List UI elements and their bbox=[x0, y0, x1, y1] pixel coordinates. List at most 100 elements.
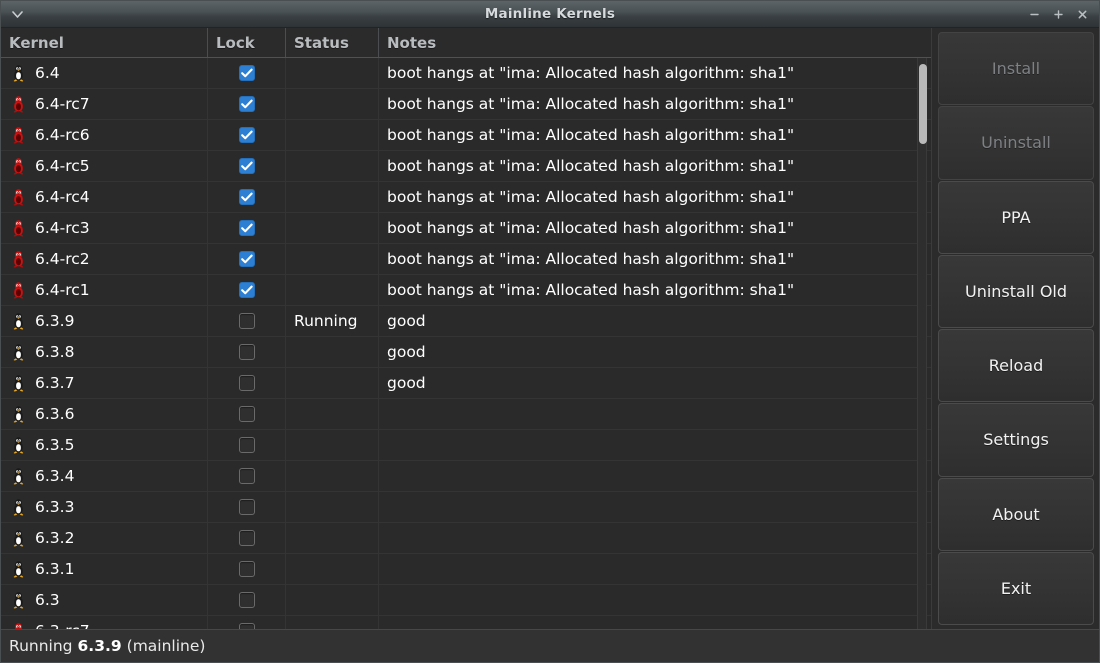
scrollbar-thumb[interactable] bbox=[919, 63, 927, 144]
lock-checkbox-checked[interactable] bbox=[238, 127, 255, 143]
table-rows: 6.4 boot hangs at "ima: Allocated hash al… bbox=[1, 58, 931, 629]
lock-checkbox-checked[interactable] bbox=[238, 282, 255, 298]
cell-kernel[interactable]: 6.4-rc1 bbox=[1, 274, 208, 306]
settings-button[interactable]: Settings bbox=[938, 403, 1094, 477]
table-row[interactable]: 6.3-rc7 bbox=[1, 615, 931, 629]
cell-status: Running bbox=[286, 305, 379, 337]
table-row[interactable]: 6.3.7 good bbox=[1, 367, 931, 399]
cell-lock[interactable] bbox=[208, 615, 286, 629]
close-icon[interactable] bbox=[1076, 6, 1089, 22]
lock-checkbox-unchecked[interactable] bbox=[238, 375, 255, 391]
cell-lock[interactable] bbox=[208, 58, 286, 89]
cell-lock[interactable] bbox=[208, 460, 286, 492]
table-row[interactable]: 6.4-rc1 boot hangs at "ima: Allocated has… bbox=[1, 274, 931, 306]
cell-kernel[interactable]: 6.4-rc3 bbox=[1, 212, 208, 244]
table-row[interactable]: 6.4-rc3 boot hangs at "ima: Allocated has… bbox=[1, 212, 931, 244]
column-header-status[interactable]: Status bbox=[286, 28, 379, 57]
ppa-button[interactable]: PPA bbox=[938, 180, 1094, 254]
cell-kernel[interactable]: 6.4-rc5 bbox=[1, 150, 208, 182]
lock-checkbox-unchecked[interactable] bbox=[238, 437, 255, 453]
cell-kernel[interactable]: 6.4-rc2 bbox=[1, 243, 208, 275]
cell-lock[interactable] bbox=[208, 305, 286, 337]
cell-kernel[interactable]: 6.3.6 bbox=[1, 398, 208, 430]
vertical-scrollbar[interactable] bbox=[917, 58, 927, 629]
cell-kernel[interactable]: 6.3-rc7 bbox=[1, 615, 208, 629]
lock-checkbox-checked[interactable] bbox=[238, 158, 255, 174]
chevron-down-icon[interactable] bbox=[7, 4, 27, 24]
table-row[interactable]: 6.3.9 Running good bbox=[1, 305, 931, 337]
cell-lock[interactable] bbox=[208, 212, 286, 244]
table-row[interactable]: 6.3.8 good bbox=[1, 336, 931, 368]
cell-lock[interactable] bbox=[208, 181, 286, 213]
cell-lock[interactable] bbox=[208, 522, 286, 554]
table-row[interactable]: 6.4-rc4 boot hangs at "ima: Allocated has… bbox=[1, 181, 931, 213]
lock-checkbox-unchecked[interactable] bbox=[238, 468, 255, 484]
cell-kernel[interactable]: 6.3.3 bbox=[1, 491, 208, 523]
column-header-notes[interactable]: Notes bbox=[379, 28, 931, 57]
cell-kernel[interactable]: 6.3.7 bbox=[1, 367, 208, 399]
lock-checkbox-checked[interactable] bbox=[238, 96, 255, 112]
cell-lock[interactable] bbox=[208, 336, 286, 368]
column-header-lock[interactable]: Lock bbox=[208, 28, 286, 57]
kernel-version-label: 6.4-rc4 bbox=[35, 188, 90, 206]
cell-lock[interactable] bbox=[208, 243, 286, 275]
table-row[interactable]: 6.3.6 bbox=[1, 398, 931, 430]
cell-kernel[interactable]: 6.3 bbox=[1, 584, 208, 616]
lock-checkbox-unchecked[interactable] bbox=[238, 344, 255, 360]
cell-kernel[interactable]: 6.4 bbox=[1, 58, 208, 89]
minimize-icon[interactable] bbox=[1028, 6, 1041, 22]
cell-kernel[interactable]: 6.3.9 bbox=[1, 305, 208, 337]
table-row[interactable]: 6.4-rc7 boot hangs at "ima: Allocated has… bbox=[1, 88, 931, 120]
lock-checkbox-checked[interactable] bbox=[238, 220, 255, 236]
table-row[interactable]: 6.3.4 bbox=[1, 460, 931, 492]
cell-lock[interactable] bbox=[208, 584, 286, 616]
lock-checkbox-checked[interactable] bbox=[238, 65, 255, 81]
cell-kernel[interactable]: 6.3.2 bbox=[1, 522, 208, 554]
lock-checkbox-unchecked[interactable] bbox=[238, 592, 255, 608]
table-row[interactable]: 6.4 boot hangs at "ima: Allocated hash al… bbox=[1, 58, 931, 89]
about-button[interactable]: About bbox=[938, 477, 1094, 551]
lock-checkbox-unchecked[interactable] bbox=[238, 499, 255, 515]
table-row[interactable]: 6.4-rc6 boot hangs at "ima: Allocated has… bbox=[1, 119, 931, 151]
column-header-kernel[interactable]: Kernel bbox=[1, 28, 208, 57]
cell-lock[interactable] bbox=[208, 274, 286, 306]
cell-lock[interactable] bbox=[208, 88, 286, 120]
table-row[interactable]: 6.3 bbox=[1, 584, 931, 616]
table-row[interactable]: 6.3.1 bbox=[1, 553, 931, 585]
reload-button[interactable]: Reload bbox=[938, 329, 1094, 403]
cell-kernel[interactable]: 6.3.4 bbox=[1, 460, 208, 492]
lock-checkbox-checked[interactable] bbox=[238, 189, 255, 205]
cell-kernel[interactable]: 6.4-rc4 bbox=[1, 181, 208, 213]
cell-kernel[interactable]: 6.4-rc6 bbox=[1, 119, 208, 151]
cell-lock[interactable] bbox=[208, 119, 286, 151]
lock-checkbox-unchecked[interactable] bbox=[238, 530, 255, 546]
maximize-icon[interactable] bbox=[1052, 6, 1065, 22]
cell-notes: boot hangs at "ima: Allocated hash algor… bbox=[387, 219, 795, 237]
table-row[interactable]: 6.3.2 bbox=[1, 522, 931, 554]
title-bar[interactable]: Mainline Kernels bbox=[1, 1, 1099, 28]
cell-notes bbox=[379, 461, 931, 492]
table-row[interactable]: 6.4-rc2 boot hangs at "ima: Allocated has… bbox=[1, 243, 931, 275]
table-row[interactable]: 6.3.5 bbox=[1, 429, 931, 461]
table-row[interactable]: 6.3.3 bbox=[1, 491, 931, 523]
lock-checkbox-unchecked[interactable] bbox=[238, 623, 255, 629]
cell-kernel[interactable]: 6.3.1 bbox=[1, 553, 208, 585]
cell-kernel[interactable]: 6.4-rc7 bbox=[1, 88, 208, 120]
cell-kernel[interactable]: 6.3.5 bbox=[1, 429, 208, 461]
table-row[interactable]: 6.4-rc5 boot hangs at "ima: Allocated has… bbox=[1, 150, 931, 182]
exit-button[interactable]: Exit bbox=[938, 551, 1094, 625]
cell-lock[interactable] bbox=[208, 367, 286, 399]
lock-checkbox-unchecked[interactable] bbox=[238, 561, 255, 577]
cell-lock[interactable] bbox=[208, 150, 286, 182]
cell-kernel[interactable]: 6.3.8 bbox=[1, 336, 208, 368]
cell-lock[interactable] bbox=[208, 429, 286, 461]
cell-notes: boot hangs at "ima: Allocated hash algor… bbox=[387, 126, 795, 144]
cell-lock[interactable] bbox=[208, 491, 286, 523]
cell-lock[interactable] bbox=[208, 398, 286, 430]
lock-checkbox-checked[interactable] bbox=[238, 251, 255, 267]
cell-status bbox=[286, 367, 379, 399]
uninstall-old-button[interactable]: Uninstall Old bbox=[938, 254, 1094, 328]
lock-checkbox-unchecked[interactable] bbox=[238, 313, 255, 329]
lock-checkbox-unchecked[interactable] bbox=[238, 406, 255, 422]
cell-lock[interactable] bbox=[208, 553, 286, 585]
